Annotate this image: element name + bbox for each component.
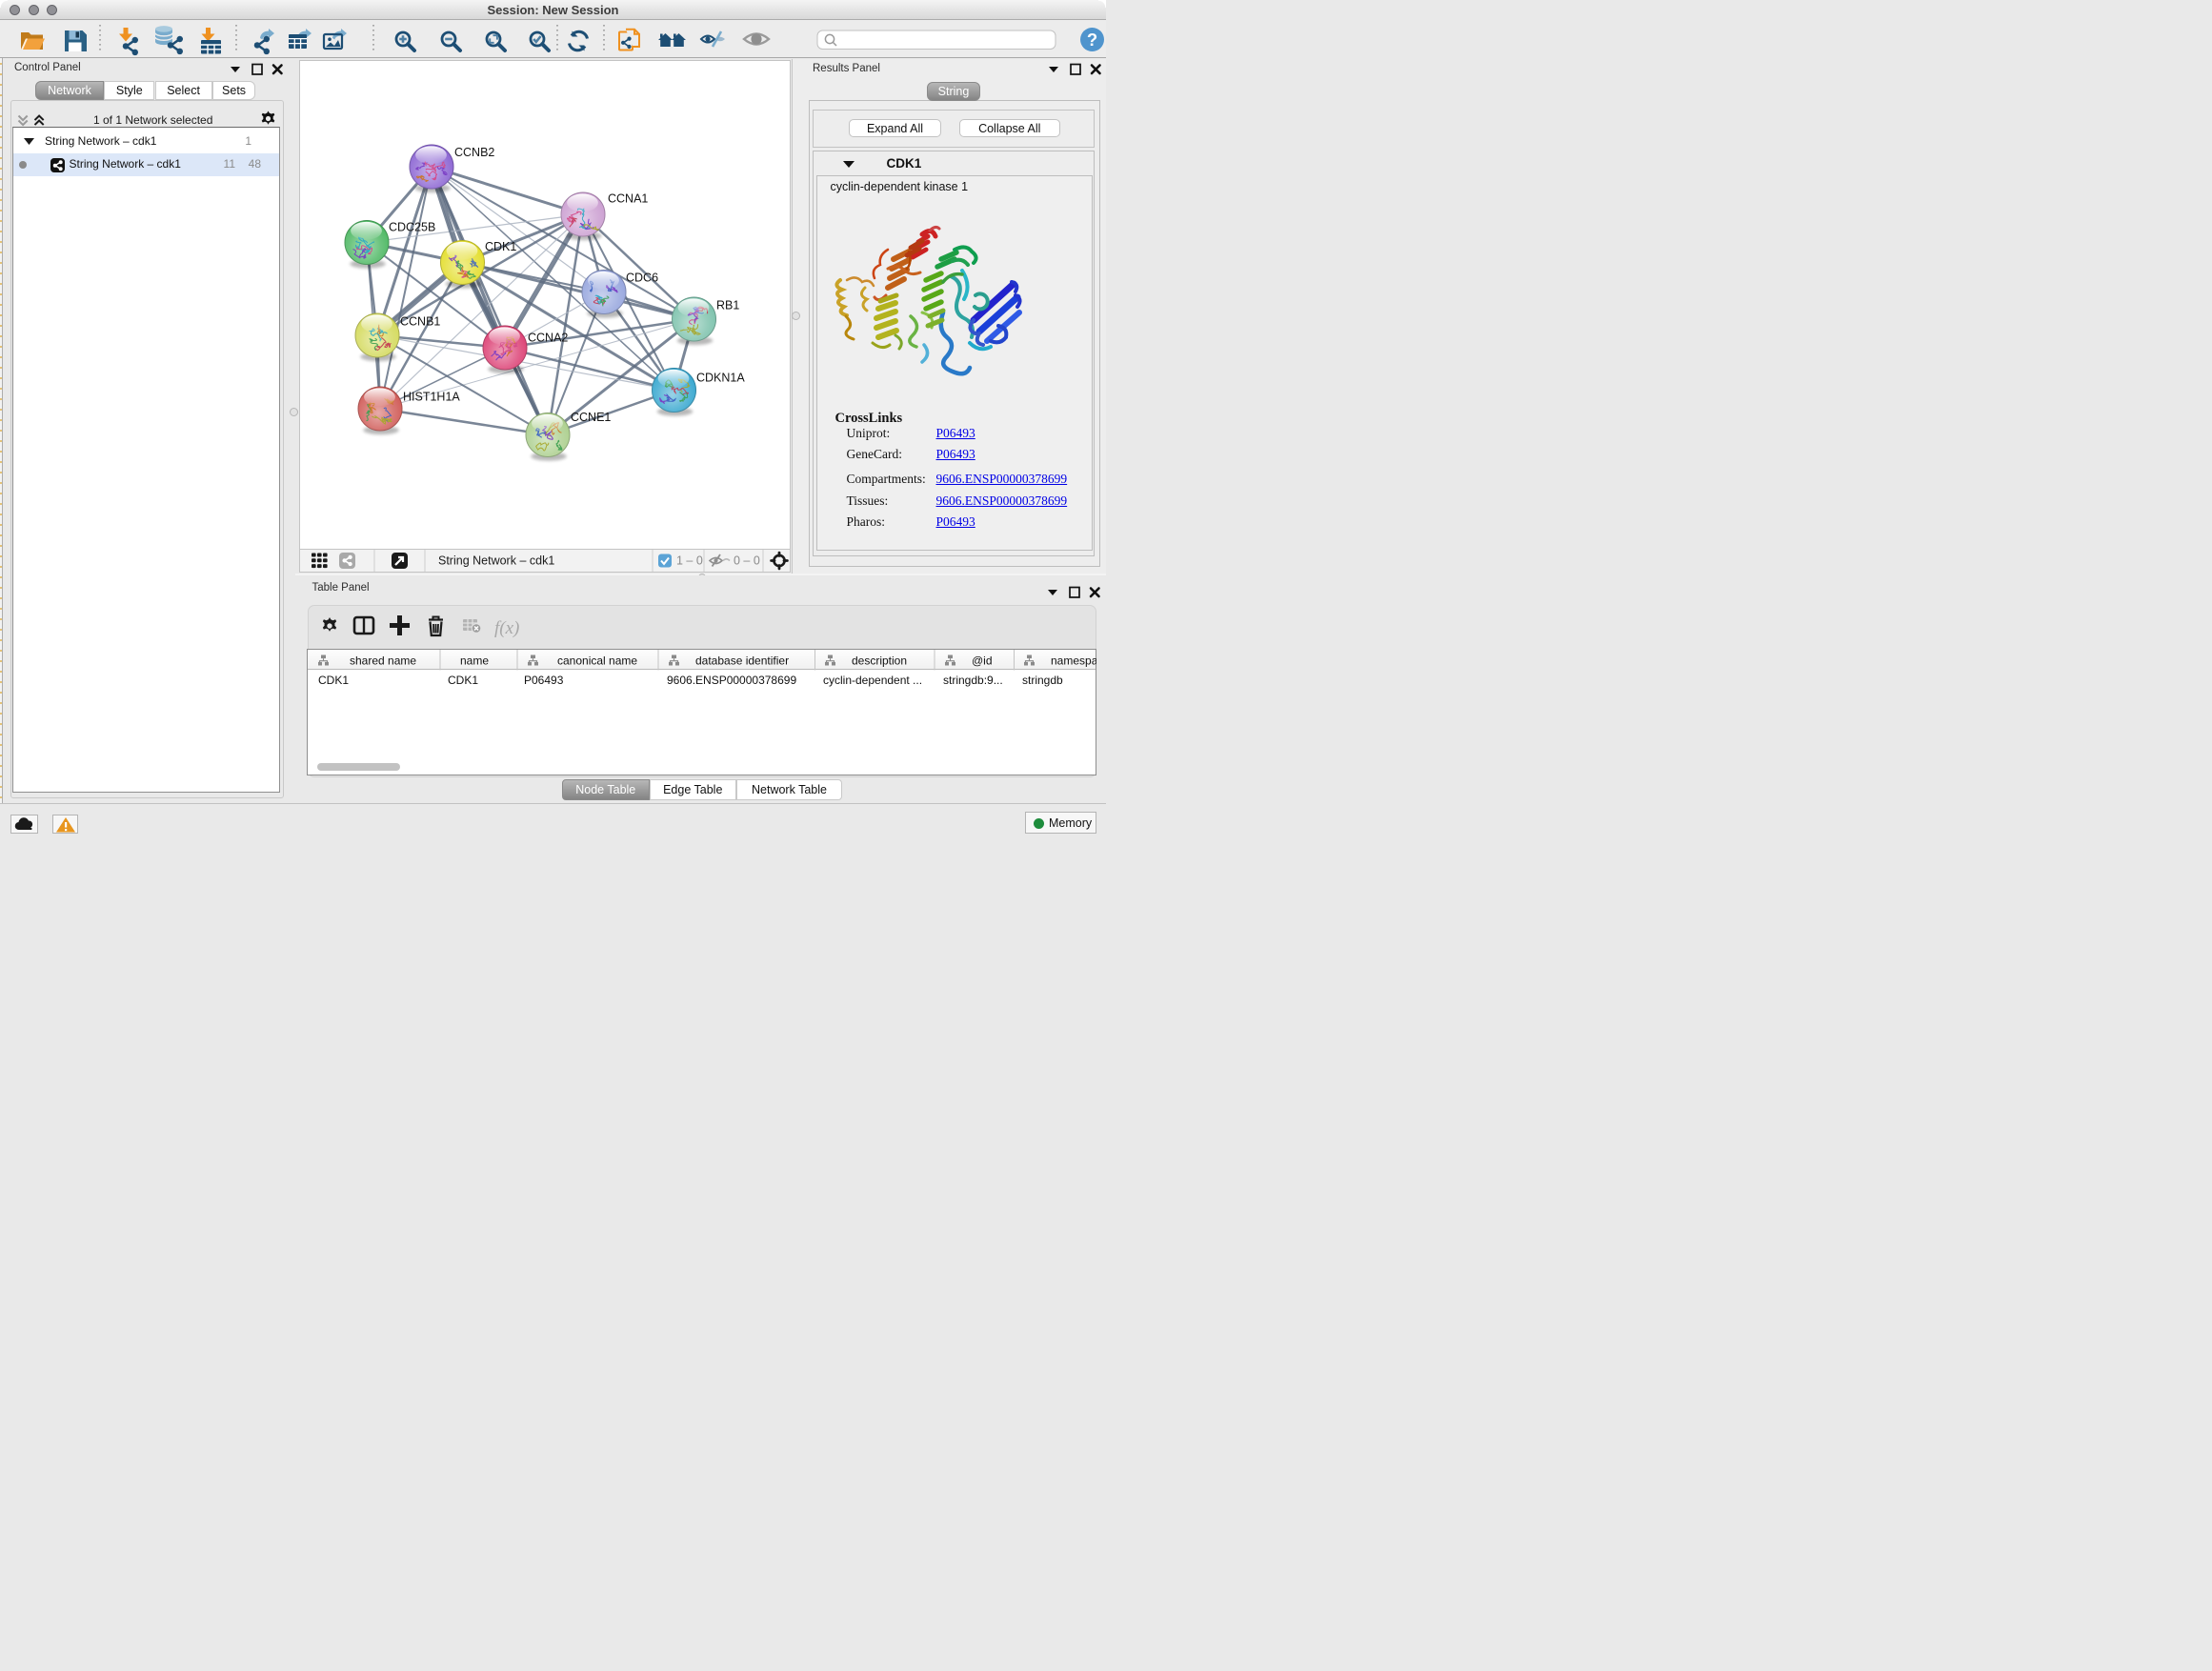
svg-text:CDC6: CDC6	[626, 272, 658, 285]
svg-text:CDKN1A: CDKN1A	[696, 372, 745, 385]
svg-text:CDK1: CDK1	[318, 674, 349, 687]
svg-text:String Network – cdk1: String Network – cdk1	[438, 554, 554, 568]
svg-text:stringdb:9...: stringdb:9...	[943, 674, 1003, 687]
svg-text:namespac: namespac	[1051, 654, 1096, 667]
svg-text:@id: @id	[972, 654, 993, 667]
svg-text:CCNB1: CCNB1	[400, 315, 440, 329]
svg-text:CDC25B: CDC25B	[389, 221, 435, 234]
svg-text:0 – 0: 0 – 0	[734, 554, 760, 568]
svg-text:f(x): f(x)	[494, 618, 519, 638]
svg-text:9606.ENSP00000378699: 9606.ENSP00000378699	[667, 674, 796, 687]
svg-text:CCNE1: CCNE1	[571, 411, 611, 424]
svg-text:description: description	[852, 654, 907, 667]
svg-text:stringdb: stringdb	[1022, 674, 1063, 687]
svg-text:database identifier: database identifier	[695, 654, 789, 667]
svg-text:RB1: RB1	[716, 299, 739, 312]
svg-text:HIST1H1A: HIST1H1A	[403, 391, 460, 404]
svg-text:canonical name: canonical name	[557, 654, 637, 667]
svg-text:shared name: shared name	[350, 654, 416, 667]
svg-text:CCNA2: CCNA2	[528, 332, 568, 345]
svg-text:P06493: P06493	[524, 674, 564, 687]
svg-text:CCNA1: CCNA1	[608, 192, 648, 206]
svg-text:CDK1: CDK1	[448, 674, 478, 687]
svg-text:cyclin-dependent ...: cyclin-dependent ...	[823, 674, 922, 687]
svg-text:CCNB2: CCNB2	[454, 146, 494, 159]
svg-text:1 – 0: 1 – 0	[676, 554, 703, 568]
svg-text:CDK1: CDK1	[485, 240, 516, 253]
svg-text:name: name	[460, 654, 489, 667]
